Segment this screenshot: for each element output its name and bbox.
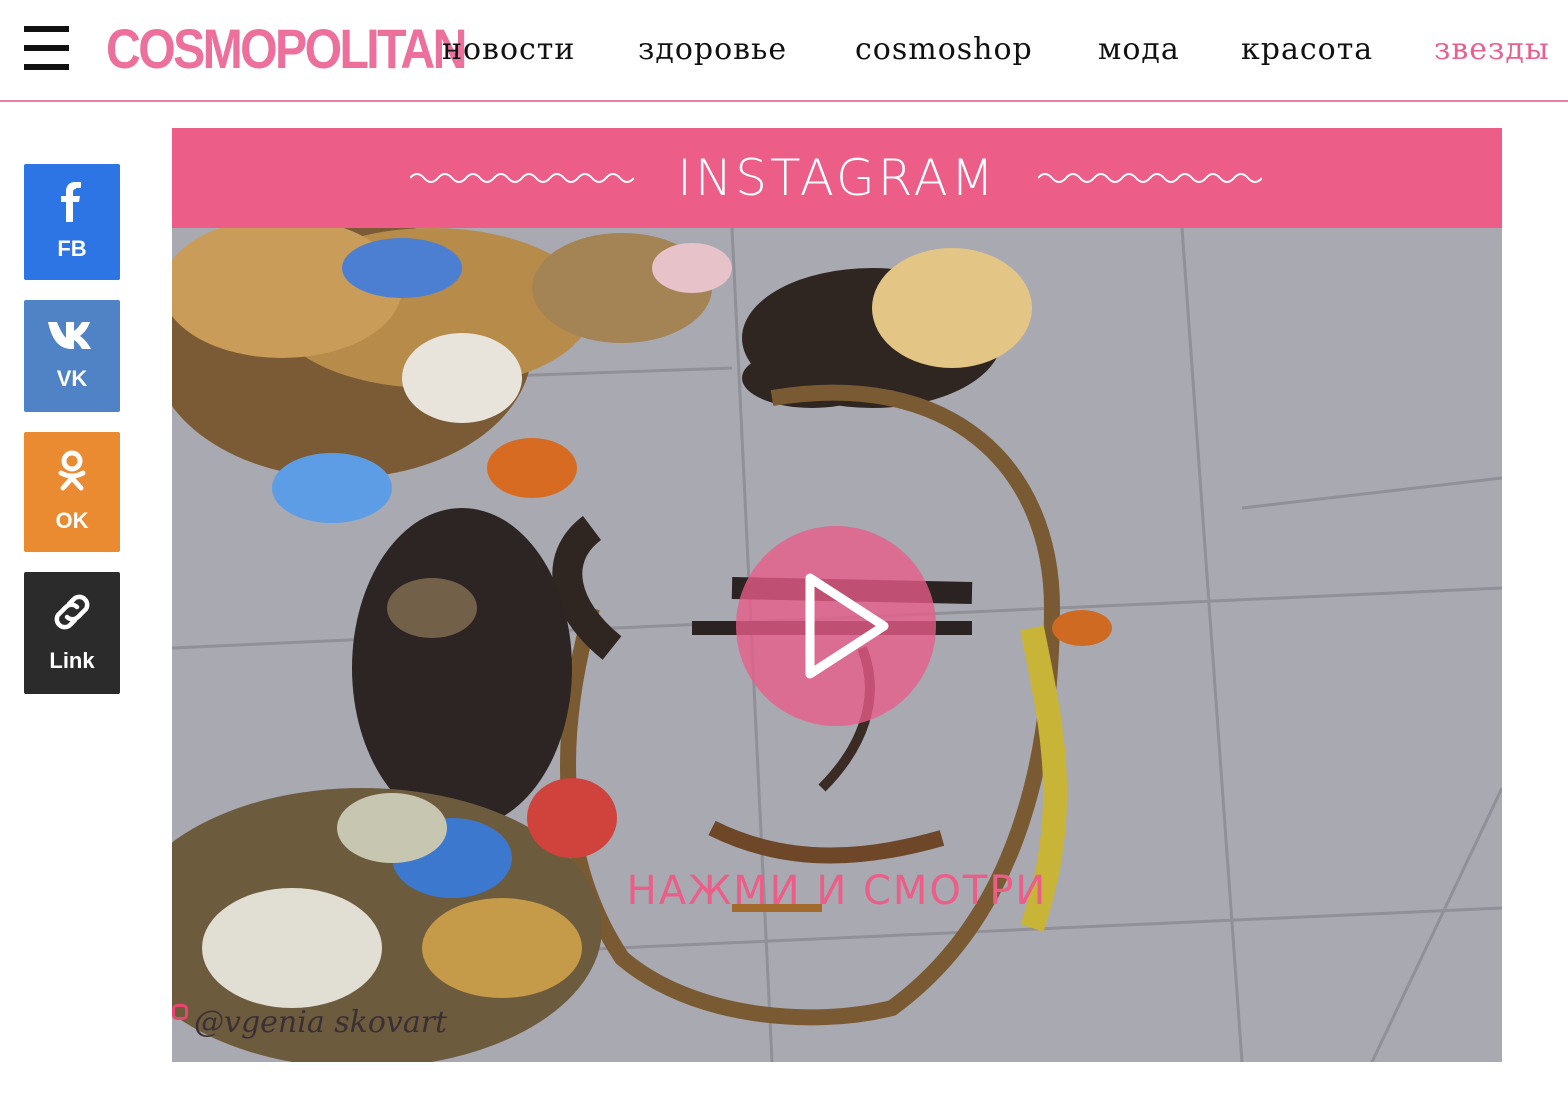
nav-item-moda[interactable]: мода	[1098, 28, 1180, 72]
nav-item-zdorovie[interactable]: здоровье	[638, 28, 787, 72]
nav-item-krasota[interactable]: красота	[1241, 28, 1373, 72]
hamburger-menu-icon[interactable]	[24, 26, 69, 70]
share-facebook-label: FB	[57, 236, 87, 261]
share-ok-label: OK	[55, 508, 89, 533]
link-icon	[24, 590, 120, 639]
share-link-label: Link	[49, 648, 95, 673]
watermark-text: @vgenia skovart	[194, 1005, 448, 1040]
video-thumbnail[interactable]: НАЖМИ И СМОТРИ @vgenia skovart	[172, 228, 1502, 1062]
odnoklassniki-icon	[24, 450, 120, 497]
instagram-banner: INSTAGRAM	[172, 128, 1502, 228]
instagram-icon	[172, 1004, 188, 1020]
share-vk-button[interactable]: VK	[24, 300, 120, 412]
site-header: COSMOPOLITAN новости здоровье cosmoshop …	[0, 0, 1568, 102]
share-ok-button[interactable]: OK	[24, 432, 120, 552]
wave-ornament-right	[1038, 173, 1262, 183]
share-vk-label: VK	[56, 366, 88, 391]
instagram-embed: INSTAGRAM НАЖМИ И СМОТРИ @vgenia skovart	[172, 128, 1502, 1062]
vk-icon	[24, 316, 120, 357]
nav-item-cosmoshop[interactable]: cosmoshop	[855, 28, 1033, 72]
nav-item-novosti[interactable]: новости	[442, 28, 575, 72]
share-facebook-button[interactable]: FB	[24, 164, 120, 280]
play-icon	[805, 573, 889, 679]
banner-title: INSTAGRAM	[677, 149, 997, 207]
nav-item-zvezdy[interactable]: звезды	[1434, 28, 1550, 72]
share-link-button[interactable]: Link	[24, 572, 120, 694]
watch-cta[interactable]: НАЖМИ И СМОТРИ	[172, 868, 1502, 914]
site-logo[interactable]: COSMOPOLITAN	[106, 14, 467, 84]
play-button[interactable]	[736, 526, 936, 726]
facebook-icon	[24, 182, 120, 227]
